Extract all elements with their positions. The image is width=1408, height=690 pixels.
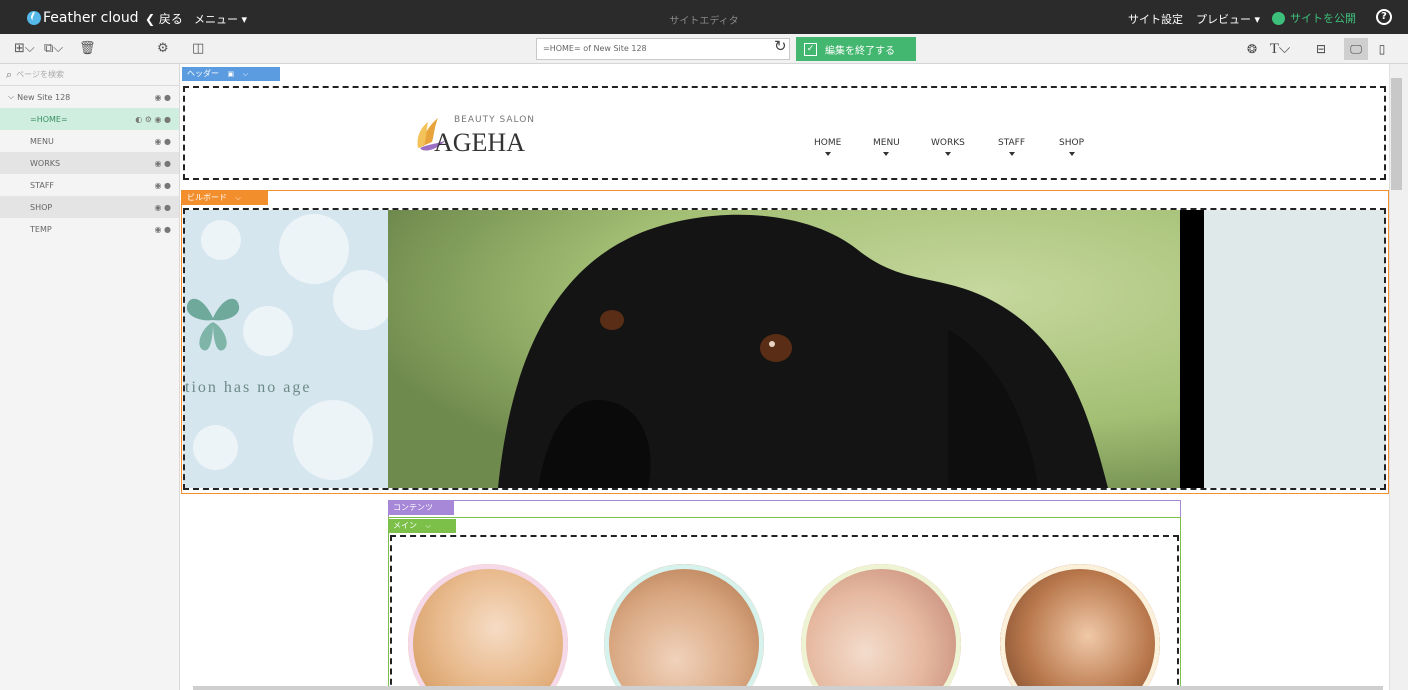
menu-button[interactable]: メニュー ▾ [194,11,247,27]
page-item-menu[interactable]: MENU ◉ ● [0,130,179,152]
visibility-icon[interactable]: ◉ ● [154,225,171,234]
duplicate-page-icon[interactable]: ⧉⌵ [44,40,63,58]
header-section-tag[interactable]: ヘッダー ▣ ⌵ [182,67,280,81]
nav-label: SHOP [1059,138,1084,148]
page-item-staff[interactable]: STAFF ◉ ● [0,174,179,196]
search-placeholder: ページを検索 [16,70,65,79]
sidebar-toggle-icon[interactable]: ◫ [192,40,204,58]
brand-tagline: BEAUTY SALON [454,115,536,125]
nav-label: WORKS [931,138,965,148]
page-actions-icon[interactable]: ◐ ⚙ ◉ ● [135,115,171,124]
nav-menu[interactable]: MENU [873,138,900,156]
top-bar: Feather cloud ❮ 戻る メニュー ▾ サイトエディタ サイト設定 … [0,0,1408,34]
page-item-works[interactable]: WORKS ◉ ● [0,152,179,174]
page-label: STAFF [30,180,55,190]
chevron-down-icon: ▾ [1254,13,1261,26]
editor-canvas[interactable]: ヘッダー ▣ ⌵ BEAUTY SALON AGEHA HOME MENU WO… [181,64,1389,690]
header-area[interactable] [183,86,1386,180]
finish-editing-button[interactable]: ✓ 編集を終了する [796,37,916,61]
visibility-icon[interactable]: ◉ ● [154,181,171,190]
caret-down-icon [944,152,951,156]
visibility-icon[interactable]: ◉ ● [154,93,171,102]
page-item-shop[interactable]: SHOP ◉ ● [0,196,179,218]
refresh-icon[interactable]: ↻ [774,37,787,55]
chevron-down-icon[interactable]: ⌵ [426,519,431,533]
publish-label: サイトを公開 [1290,12,1356,25]
nav-works[interactable]: WORKS [931,138,965,156]
chevron-down-icon: ▾ [241,13,248,26]
lock-icon[interactable]: ▣ [228,67,235,81]
mobile-view-icon[interactable]: ▯ [1370,38,1394,60]
nav-staff[interactable]: STAFF [998,138,1026,156]
billboard-tag-label: ビルボード [187,193,227,202]
nav-shop[interactable]: SHOP [1059,138,1084,156]
main-tag-label: メイン [393,521,417,530]
page-url-field[interactable]: =HOME= of New Site 128 [536,38,790,60]
page-item-temp[interactable]: TEMP ◉ ● [0,218,179,240]
preview-button[interactable]: プレビュー ▾ [1196,11,1260,27]
header-tag-label: ヘッダー [187,69,219,78]
back-label: 戻る [158,12,183,26]
contents-tag-label: コンテンツ [393,503,433,512]
caret-down-icon [824,152,831,156]
main-section-tag[interactable]: メイン ⌵ [388,519,456,533]
trash-icon[interactable]: 🗑︎ [79,40,96,58]
site-root-item[interactable]: ⌵ New Site 128 ◉ ● [0,86,179,108]
nav-label: HOME [814,138,842,148]
logo-text: Feather cloud [43,10,139,26]
page-label: MENU [30,136,54,146]
preview-label: プレビュー [1196,13,1251,26]
help-icon[interactable]: ? [1376,9,1392,25]
checkbox-icon: ✓ [804,42,817,56]
feather-icon [27,11,41,25]
theme-settings-icon[interactable]: ❂ [1240,38,1264,60]
page-label: =HOME= [30,114,68,124]
page-label: TEMP [30,224,52,234]
gear-icon[interactable]: ⚙︎ [157,40,169,58]
page-search-input[interactable]: ⌕ ページを検索 [0,64,179,86]
editor-toolbar: ⊞⌵ ⧉⌵ 🗑︎ ⚙︎ ◫ =HOME= of New Site 128 ↻ ✓… [0,34,1408,64]
chevron-down-icon: ⌵ [8,92,15,101]
billboard-area[interactable] [183,208,1386,490]
publish-icon [1272,11,1285,25]
chevron-down-icon[interactable]: ⌵ [243,67,248,81]
page-tree-sidebar: ⌕ ページを検索 ⌵ New Site 128 ◉ ● =HOME= ◐ ⚙ ◉… [0,64,180,690]
chevron-down-icon[interactable]: ⌵ [236,191,241,205]
desktop-view-icon[interactable]: 🖵︎ [1344,38,1368,60]
publish-button[interactable]: サイトを公開 [1272,10,1356,26]
page-item-home[interactable]: =HOME= ◐ ⚙ ◉ ● [0,108,179,130]
back-button[interactable]: ❮ 戻る [145,10,183,27]
nav-label: MENU [873,138,900,148]
add-page-icon[interactable]: ⊞⌵ [14,40,35,58]
visibility-icon[interactable]: ◉ ● [154,203,171,212]
page-label: WORKS [30,158,61,168]
feather-cloud-logo[interactable]: Feather cloud [27,9,139,27]
text-style-icon[interactable]: T⌵ [1268,38,1292,60]
caret-down-icon [1068,152,1075,156]
nav-label: STAFF [998,138,1026,148]
visibility-icon[interactable]: ◉ ● [154,137,171,146]
visibility-icon[interactable]: ◉ ● [154,159,171,168]
page-label: SHOP [30,202,53,212]
chevron-left-icon: ❮ [145,12,156,26]
brand-name[interactable]: AGEHA [434,128,525,158]
search-icon: ⌕ [6,67,13,81]
layout-icon[interactable]: ⊟ [1309,38,1333,60]
caret-down-icon [1008,152,1015,156]
finish-editing-label: 編集を終了する [825,45,895,57]
scrollbar-thumb[interactable] [1391,78,1402,190]
site-settings-button[interactable]: サイト設定 [1128,11,1183,27]
menu-label: メニュー [194,13,238,26]
site-name: New Site 128 [17,92,71,102]
caret-down-icon [883,152,890,156]
horizontal-scrollbar[interactable] [193,686,1383,690]
billboard-section-tag[interactable]: ビルボード ⌵ [182,191,268,205]
nav-home[interactable]: HOME [814,138,842,156]
contents-section-tag[interactable]: コンテンツ [388,501,454,515]
